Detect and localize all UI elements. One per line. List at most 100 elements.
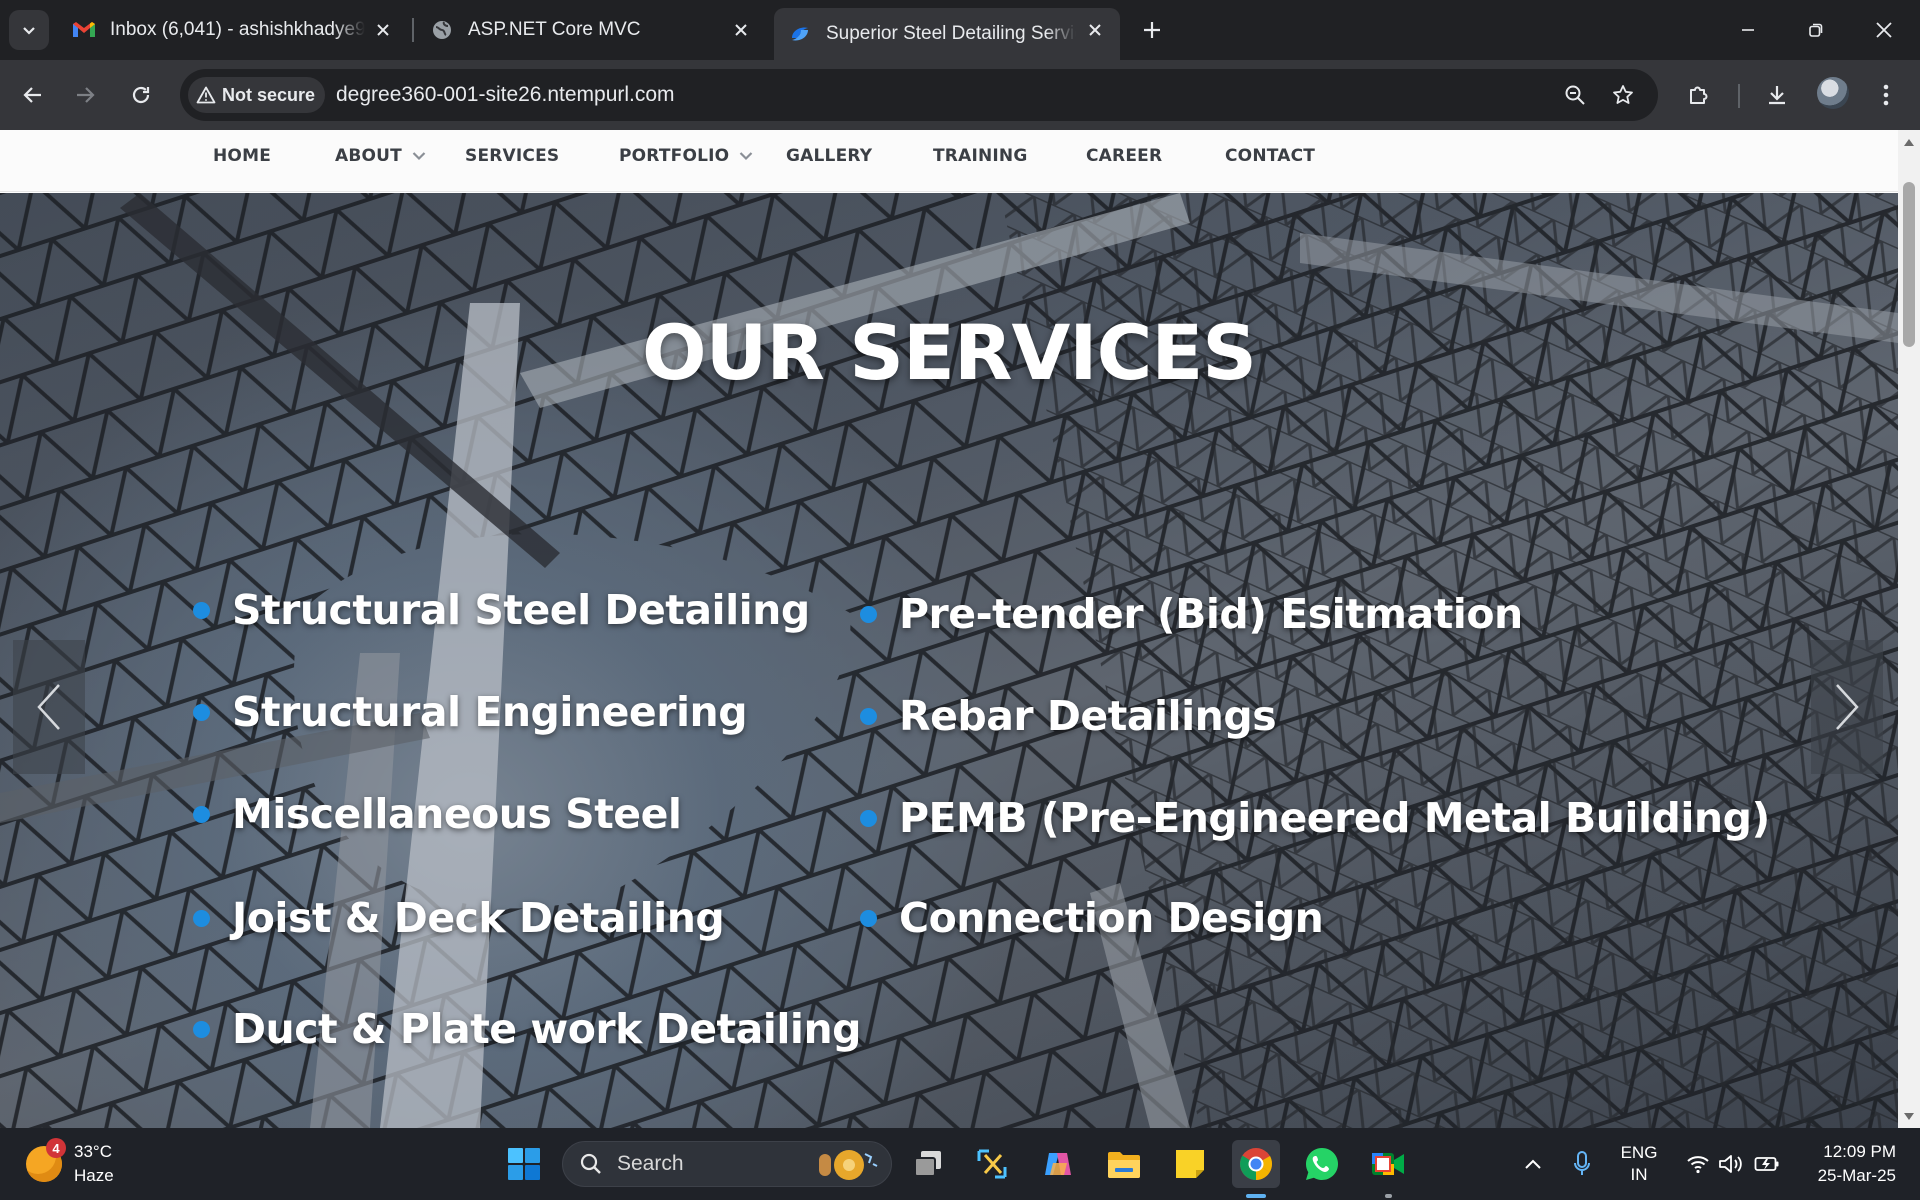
nav-label: CAREER bbox=[1086, 146, 1163, 166]
task-view-button[interactable] bbox=[904, 1140, 952, 1188]
zoom-icon[interactable] bbox=[1560, 80, 1590, 110]
reload-button[interactable] bbox=[120, 74, 162, 116]
bullet-dot bbox=[860, 909, 877, 927]
close-tab-icon[interactable] bbox=[372, 19, 394, 41]
nav-training[interactable]: TRAINING bbox=[933, 140, 1028, 172]
nav-label: PORTFOLIO bbox=[619, 146, 730, 166]
menu-button[interactable] bbox=[1865, 74, 1907, 116]
nav-services[interactable]: SERVICES bbox=[465, 140, 559, 172]
close-tab-icon[interactable] bbox=[730, 19, 752, 41]
new-tab-button[interactable] bbox=[1134, 12, 1170, 48]
scrollbar-thumb[interactable] bbox=[1903, 182, 1915, 347]
more-vertical-icon bbox=[1883, 84, 1889, 106]
volume-button[interactable] bbox=[1716, 1128, 1746, 1200]
nav-career[interactable]: CAREER bbox=[1086, 140, 1162, 172]
warning-icon bbox=[196, 86, 216, 104]
page-scrollbar[interactable] bbox=[1898, 130, 1920, 1128]
bullet-dot bbox=[193, 909, 210, 927]
service-item: Duct & Plate work Detailing bbox=[193, 1005, 862, 1053]
snipping-tool-icon bbox=[977, 1149, 1007, 1179]
restore-button[interactable] bbox=[1782, 0, 1850, 60]
service-item: Rebar Detailings bbox=[860, 692, 1277, 740]
service-item: PEMB (Pre-Engineered Metal Building) bbox=[860, 794, 1770, 842]
tab-superior-steel[interactable]: Superior Steel Detailing Services bbox=[774, 8, 1120, 60]
weather-condition: Haze bbox=[74, 1166, 114, 1185]
microphone-button[interactable] bbox=[1568, 1128, 1596, 1200]
service-label: Joist & Deck Detailing bbox=[232, 894, 725, 942]
tab-aspnet[interactable]: ASP.NET Core MVC bbox=[416, 8, 766, 52]
speaker-icon bbox=[1719, 1155, 1742, 1173]
bookmark-star-icon[interactable] bbox=[1608, 80, 1638, 110]
forward-button[interactable] bbox=[64, 74, 106, 116]
scroll-down-icon[interactable] bbox=[1903, 1110, 1915, 1122]
sticky-notes-button[interactable] bbox=[1166, 1140, 1214, 1188]
service-item: Connection Design bbox=[860, 894, 1324, 942]
clock-date: 25-Mar-25 bbox=[1817, 1166, 1896, 1185]
page-viewport: HOME ABOUT SERVICES PORTFOLIO GALLERY TR… bbox=[0, 130, 1898, 1128]
nav-home[interactable]: HOME bbox=[213, 140, 271, 172]
copilot-button[interactable] bbox=[1034, 1140, 1082, 1188]
search-icon bbox=[580, 1153, 601, 1174]
battery-button[interactable] bbox=[1752, 1128, 1782, 1200]
plus-icon bbox=[1144, 22, 1160, 38]
minimize-icon bbox=[1742, 29, 1754, 31]
start-button[interactable] bbox=[500, 1140, 548, 1188]
url-text[interactable]: degree360-001-site26.ntempurl.com bbox=[336, 83, 675, 107]
tab-search-button[interactable] bbox=[9, 10, 49, 50]
snipping-tool-button[interactable] bbox=[968, 1140, 1016, 1188]
scroll-up-icon[interactable] bbox=[1903, 136, 1915, 148]
show-hidden-icons-button[interactable] bbox=[1518, 1128, 1548, 1200]
service-label: Structural Steel Detailing bbox=[232, 586, 810, 634]
clock-time: 12:09 PM bbox=[1823, 1142, 1896, 1161]
tab-gmail[interactable]: Inbox (6,041) - ashishkhadye93@gmail.com… bbox=[58, 8, 408, 52]
carousel-next-button[interactable] bbox=[1811, 640, 1883, 774]
nav-label: SERVICES bbox=[465, 146, 560, 166]
hero-slider: OUR SERVICES Structural Steel Detailing … bbox=[0, 193, 1898, 1128]
address-bar[interactable]: Not secure degree360-001-site26.ntempurl… bbox=[180, 69, 1658, 121]
service-label: PEMB (Pre-Engineered Metal Building) bbox=[899, 794, 1770, 842]
weather-sun-icon: 4 bbox=[26, 1138, 66, 1182]
nav-portfolio[interactable]: PORTFOLIO bbox=[619, 140, 753, 172]
nav-about[interactable]: ABOUT bbox=[335, 140, 426, 172]
reload-icon bbox=[132, 86, 150, 104]
whatsapp-icon bbox=[1305, 1148, 1338, 1180]
extensions-button[interactable] bbox=[1678, 74, 1720, 116]
microphone-icon bbox=[1574, 1151, 1590, 1175]
service-label: Connection Design bbox=[899, 894, 1324, 942]
arrow-left-icon bbox=[23, 87, 41, 103]
service-label: Pre-tender (Bid) Esitmation bbox=[899, 590, 1523, 638]
folder-icon bbox=[1108, 1152, 1140, 1178]
minimize-button[interactable] bbox=[1714, 0, 1782, 60]
downloads-button[interactable] bbox=[1756, 74, 1798, 116]
site-navbar: HOME ABOUT SERVICES PORTFOLIO GALLERY TR… bbox=[0, 130, 1898, 192]
language-indicator[interactable]: ENG IN bbox=[1616, 1142, 1662, 1186]
close-tab-icon[interactable] bbox=[1084, 19, 1106, 41]
carousel-prev-button[interactable] bbox=[13, 640, 85, 774]
weather-widget[interactable]: 4 33°C Haze bbox=[26, 1138, 114, 1188]
wifi-button[interactable] bbox=[1684, 1128, 1712, 1200]
security-indicator[interactable]: Not secure bbox=[188, 77, 326, 113]
taskbar-search[interactable]: Search bbox=[562, 1141, 892, 1187]
running-indicator bbox=[1385, 1194, 1392, 1198]
service-item: Structural Steel Detailing bbox=[193, 586, 810, 634]
site-logo-icon bbox=[788, 22, 812, 46]
battery-charging-icon bbox=[1754, 1157, 1779, 1171]
back-button[interactable] bbox=[12, 74, 54, 116]
service-item: Structural Engineering bbox=[193, 688, 748, 736]
file-explorer-button[interactable] bbox=[1100, 1140, 1148, 1188]
profile-avatar[interactable] bbox=[1817, 77, 1849, 109]
system-clock[interactable]: 12:09 PM 25-Mar-25 bbox=[1790, 1140, 1910, 1188]
close-window-button[interactable] bbox=[1850, 0, 1918, 60]
bullet-dot bbox=[193, 601, 210, 619]
nav-gallery[interactable]: GALLERY bbox=[786, 140, 872, 172]
meet-app-button[interactable] bbox=[1364, 1140, 1412, 1188]
close-icon bbox=[1876, 22, 1892, 38]
hero-title: OUR SERVICES bbox=[642, 308, 1257, 397]
security-label: Not secure bbox=[222, 84, 316, 105]
chrome-button[interactable] bbox=[1232, 1140, 1280, 1188]
nav-label: CONTACT bbox=[1225, 146, 1316, 166]
whatsapp-button[interactable] bbox=[1298, 1140, 1346, 1188]
bullet-dot bbox=[860, 707, 877, 725]
nav-label: HOME bbox=[213, 146, 272, 166]
nav-contact[interactable]: CONTACT bbox=[1225, 140, 1315, 172]
